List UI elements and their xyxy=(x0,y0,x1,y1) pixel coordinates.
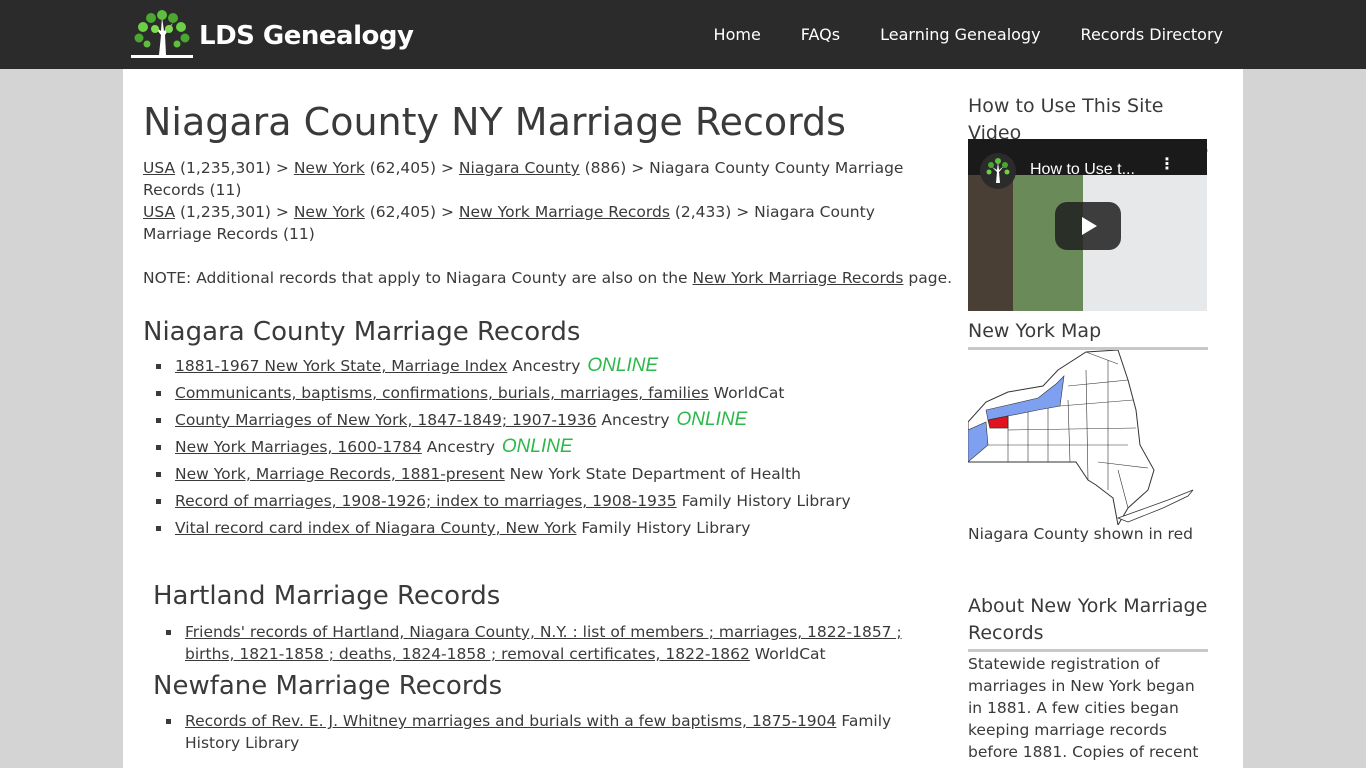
note-text: NOTE: Additional records that apply to N… xyxy=(143,267,952,289)
county-records-list: 1881-1967 New York State, Marriage Index… xyxy=(143,355,851,544)
breadcrumb-new-york-link[interactable]: New York xyxy=(294,159,365,177)
record-link[interactable]: 1881-1967 New York State, Marriage Index xyxy=(175,357,507,375)
record-source: Ancestry xyxy=(421,438,500,456)
more-options-icon[interactable]: ⋮ xyxy=(1159,156,1175,172)
list-item: New York, Marriage Records, 1881-present… xyxy=(156,463,851,485)
newfane-records-list: Records of Rev. E. J. Whitney marriages … xyxy=(153,710,935,759)
note-suffix: page. xyxy=(903,269,953,287)
record-source: WorldCat xyxy=(749,645,826,663)
online-badge: ONLINE xyxy=(501,436,573,457)
record-source: Family History Library xyxy=(676,492,851,510)
record-source: Ancestry xyxy=(507,357,586,375)
nav-learning-genealogy[interactable]: Learning Genealogy xyxy=(880,25,1040,44)
list-item: New York Marriages, 1600-1784 Ancestry O… xyxy=(156,436,851,458)
list-item: Communicants, baptisms, confirmations, b… xyxy=(156,382,851,404)
map-caption: Niagara County shown in red xyxy=(968,525,1193,543)
record-link[interactable]: Records of Rev. E. J. Whitney marriages … xyxy=(185,712,836,730)
breadcrumb-usa-link[interactable]: USA xyxy=(143,159,175,177)
record-link[interactable]: New York Marriages, 1600-1784 xyxy=(175,438,422,456)
nav-records-directory[interactable]: Records Directory xyxy=(1081,25,1223,44)
list-item: Friends' records of Hartland, Niagara Co… xyxy=(166,621,935,665)
breadcrumb-usa-link[interactable]: USA xyxy=(143,203,175,221)
record-source: New York State Department of Health xyxy=(504,465,802,483)
note-ny-marriage-records-link[interactable]: New York Marriage Records xyxy=(692,269,903,287)
record-source: WorldCat xyxy=(708,384,785,402)
breadcrumb-niagara-county-link[interactable]: Niagara County xyxy=(459,159,580,177)
list-item: County Marriages of New York, 1847-1849;… xyxy=(156,409,851,431)
record-link[interactable]: New York, Marriage Records, 1881-present xyxy=(175,465,505,483)
site-header: LDS Genealogy Home FAQs Learning Genealo… xyxy=(0,0,1366,69)
breadcrumb-county: USA (1,235,301) > New York (62,405) > Ni… xyxy=(143,157,933,201)
hartland-heading: Hartland Marriage Records xyxy=(153,581,501,611)
main-nav: Home FAQs Learning Genealogy Records Dir… xyxy=(674,0,1223,69)
about-heading: About New York Marriage Records xyxy=(968,593,1208,652)
breadcrumb-count: (62,405) > xyxy=(364,159,459,177)
list-item: Vital record card index of Niagara Count… xyxy=(156,517,851,539)
play-button[interactable] xyxy=(1055,202,1121,250)
breadcrumb-topic: USA (1,235,301) > New York (62,405) > Ne… xyxy=(143,201,933,245)
record-link[interactable]: County Marriages of New York, 1847-1849;… xyxy=(175,411,596,429)
hartland-records-list: Friends' records of Hartland, Niagara Co… xyxy=(153,621,935,670)
breadcrumb-new-york-link[interactable]: New York xyxy=(294,203,365,221)
page-title: Niagara County NY Marriage Records xyxy=(143,100,846,144)
site-logo[interactable]: LDS Genealogy xyxy=(131,7,414,61)
main-panel: Niagara County NY Marriage Records USA (… xyxy=(123,69,1243,768)
about-text: Statewide registration of marriages in N… xyxy=(968,655,1199,761)
video-player[interactable]: How to Use t... ⋮ xyxy=(968,139,1207,311)
new-york-map xyxy=(968,350,1194,525)
breadcrumb-count: (1,235,301) > xyxy=(175,203,294,221)
nav-faqs[interactable]: FAQs xyxy=(801,25,840,44)
list-item: Record of marriages, 1908-1926; index to… xyxy=(156,490,851,512)
record-source: Family History Library xyxy=(576,519,751,537)
tree-icon xyxy=(131,10,193,58)
channel-logo-icon xyxy=(980,153,1016,189)
record-link[interactable]: Vital record card index of Niagara Count… xyxy=(175,519,576,537)
note-prefix: NOTE: Additional records that apply to N… xyxy=(143,269,693,287)
list-item: 1881-1967 New York State, Marriage Index… xyxy=(156,355,851,377)
breadcrumb-count: (1,235,301) > xyxy=(175,159,294,177)
logo-text: LDS Genealogy xyxy=(199,21,414,51)
nav-home[interactable]: Home xyxy=(714,25,761,44)
record-source: Ancestry xyxy=(596,411,675,429)
breadcrumbs: USA (1,235,301) > New York (62,405) > Ni… xyxy=(143,157,933,245)
record-link[interactable]: Communicants, baptisms, confirmations, b… xyxy=(175,384,709,402)
record-link[interactable]: Record of marriages, 1908-1926; index to… xyxy=(175,492,677,510)
map-heading: New York Map xyxy=(968,318,1208,350)
video-title: How to Use t... xyxy=(1030,161,1135,178)
online-badge: ONLINE xyxy=(676,409,748,430)
online-badge: ONLINE xyxy=(587,355,659,376)
newfane-heading: Newfane Marriage Records xyxy=(153,671,503,701)
breadcrumb-ny-marriage-records-link[interactable]: New York Marriage Records xyxy=(459,203,670,221)
county-section-heading: Niagara County Marriage Records xyxy=(143,317,581,347)
list-item: Records of Rev. E. J. Whitney marriages … xyxy=(166,710,935,754)
breadcrumb-count: (62,405) > xyxy=(364,203,459,221)
